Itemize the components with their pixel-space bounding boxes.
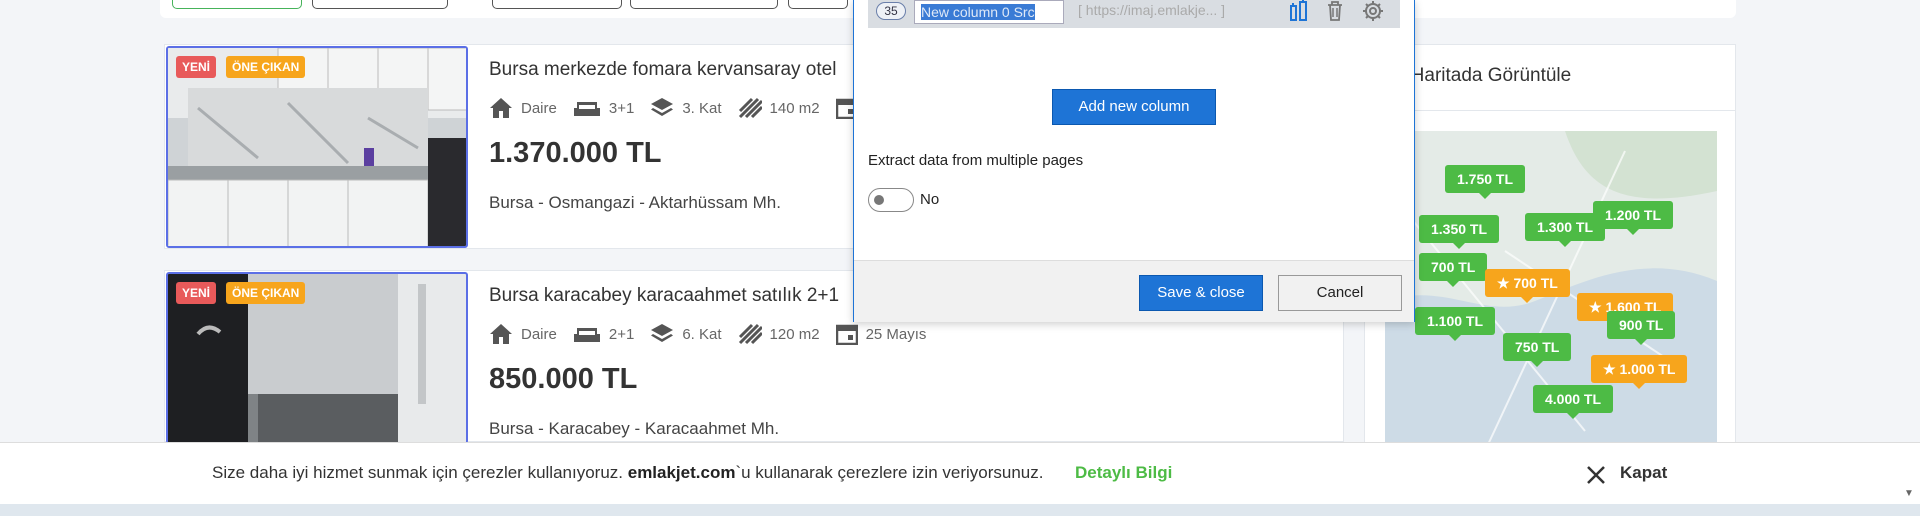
column-editor-dialog: 35 New column 0 Src [ https://imaj.emlak… (853, 0, 1415, 322)
listing-photo[interactable]: YENİ ÖNE ÇIKAN (166, 46, 468, 248)
calendar-icon (835, 324, 858, 345)
cookie-consent-bar: Size daha iyi hizmet sunmak için çerezle… (0, 442, 1920, 504)
close-icon[interactable] (1586, 465, 1606, 485)
map-pin-label: 700 TL (1513, 275, 1558, 291)
home-icon (490, 324, 512, 344)
featured-badge: ÖNE ÇIKAN (226, 56, 306, 78)
column-name-value: New column 0 Src (921, 4, 1035, 20)
filter-chip[interactable] (788, 0, 848, 9)
filter-chip[interactable] (172, 0, 302, 9)
column-type-icon[interactable] (1288, 0, 1310, 22)
filter-chip[interactable] (630, 0, 778, 9)
trash-icon[interactable] (1324, 0, 1346, 22)
star-icon: ★ (1589, 299, 1606, 315)
filter-chip[interactable] (312, 0, 448, 9)
layers-icon (651, 98, 674, 116)
map-price-pin[interactable]: 1.750 TL (1445, 165, 1526, 199)
map-price-pin[interactable]: 700 TL (1419, 253, 1488, 287)
toggle-state-label: No (920, 191, 940, 208)
floor-info: 6. Kat (650, 323, 722, 345)
map-pin-label: 1.000 TL (1619, 361, 1676, 377)
listing-location: Bursa - Osmangazi - Aktarhüssam Mh. (489, 193, 781, 212)
listing-title[interactable]: Bursa merkezde fomara kervansaray otel (489, 59, 836, 81)
save-close-button[interactable]: Save & close (1139, 275, 1263, 311)
layers-icon (651, 324, 674, 342)
property-type: Daire (489, 323, 557, 345)
date-label: 25 Mayıs (865, 325, 927, 343)
room-count: 2+1 (573, 324, 634, 344)
cookie-details-link[interactable]: Detaylı Bilgi (1075, 463, 1172, 483)
map-view[interactable]: 1.750 TL 1.350 TL 1.300 TL 1.200 TL 700 … (1385, 131, 1717, 461)
listing-photo[interactable]: YENİ ÖNE ÇIKAN (166, 272, 468, 444)
scroll-down-arrow-icon[interactable]: ▼ (1904, 488, 1914, 499)
room-count-label: 2+1 (608, 325, 635, 343)
property-type: Daire (489, 97, 557, 119)
property-type-label: Daire (521, 325, 557, 343)
map-featured-pin[interactable]: ★ 700 TL (1485, 269, 1570, 303)
area-label: 140 m2 (769, 99, 820, 117)
room-count: 3+1 (573, 98, 634, 118)
map-price-pin[interactable]: 4.000 TL (1533, 385, 1614, 419)
floor-label: 3. Kat (682, 99, 722, 117)
area-info: 120 m2 (738, 323, 820, 345)
new-badge: YENİ (176, 282, 217, 304)
gear-icon[interactable] (1362, 0, 1384, 22)
listing-title[interactable]: Bursa karacabey karacaahmet satılık 2+1 (489, 285, 839, 307)
multi-page-toggle[interactable] (868, 188, 914, 212)
map-price-pin[interactable]: 900 TL (1607, 311, 1676, 345)
listing-price: 1.370.000 TL (489, 137, 662, 169)
column-row: 35 New column 0 Src [ https://imaj.emlak… (868, 0, 1400, 28)
new-badge: YENİ (176, 56, 217, 78)
filter-chip[interactable] (492, 0, 622, 9)
home-icon (490, 98, 512, 118)
listing-price: 850.000 TL (489, 363, 638, 395)
listing-features: Daire 3+1 3. Kat 140 m2 (489, 97, 882, 119)
star-icon: ★ (1497, 275, 1514, 291)
cancel-button[interactable]: Cancel (1278, 275, 1402, 311)
date-info: 25 Mayıs (835, 323, 927, 345)
dialog-footer: Save & close Cancel (854, 260, 1414, 322)
add-new-column-button[interactable]: Add new column (1052, 89, 1216, 125)
listing-location: Bursa - Karacabey - Karacaahmet Mh. (489, 419, 780, 438)
column-name-input[interactable]: New column 0 Src (914, 0, 1064, 24)
bottom-strip (0, 504, 1920, 516)
map-featured-pin[interactable]: ★ 1.000 TL (1591, 355, 1688, 389)
room-count-label: 3+1 (608, 99, 635, 117)
map-panel: ları Haritada Görüntüle 1.750 TL 1.350 T… (1364, 44, 1736, 464)
area-hatch-icon (738, 323, 762, 345)
map-price-pin[interactable]: 750 TL (1503, 333, 1572, 367)
cookie-text-part: Size daha iyi hizmet sunmak için çerezle… (212, 463, 628, 482)
property-type-label: Daire (521, 99, 557, 117)
star-icon: ★ (1603, 361, 1620, 377)
cookie-text-part: `u kullanarak çerezlere izin veriyorsunu… (735, 463, 1044, 482)
area-info: 140 m2 (738, 97, 820, 119)
column-url-preview: [ https://imaj.emlakje... ] (1078, 2, 1226, 18)
cookie-close-button[interactable]: Kapat (1620, 463, 1667, 483)
map-price-pin[interactable]: 1.100 TL (1415, 307, 1496, 341)
area-label: 120 m2 (769, 325, 820, 343)
floor-info: 3. Kat (650, 97, 722, 119)
sofa-icon (573, 102, 600, 116)
map-price-pin[interactable]: 1.200 TL (1593, 201, 1674, 235)
featured-badge: ÖNE ÇIKAN (226, 282, 306, 304)
cookie-site-name: emlakjet.com (627, 463, 736, 482)
area-hatch-icon (738, 97, 762, 119)
map-price-pin[interactable]: 1.350 TL (1419, 215, 1500, 249)
listing-features: Daire 2+1 6. Kat 120 m2 25 Mayıs (489, 323, 942, 345)
cookie-message: Size daha iyi hizmet sunmak için çerezle… (212, 463, 1044, 483)
sofa-icon (573, 328, 600, 342)
map-panel-header: ları Haritada Görüntüle (1365, 45, 1735, 111)
multi-page-extract-label: Extract data from multiple pages (868, 152, 1084, 169)
floor-label: 6. Kat (682, 325, 722, 343)
column-number: 35 (876, 2, 906, 20)
